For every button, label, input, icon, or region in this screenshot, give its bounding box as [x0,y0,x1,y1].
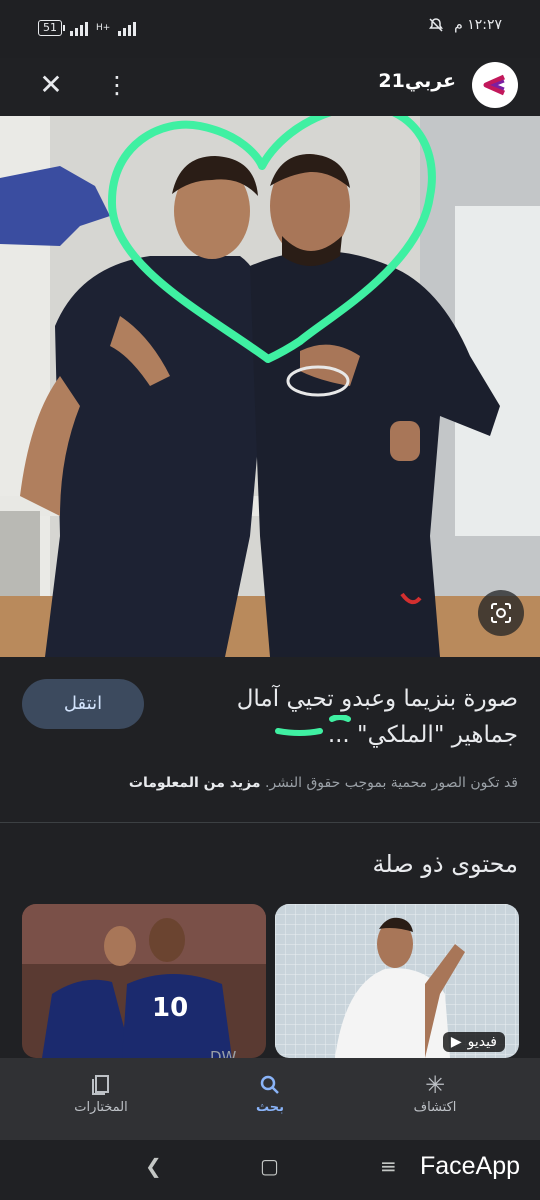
photo-illustration [0,116,540,657]
card-dw-thumbnail: 10 [22,904,266,1058]
more-info-link[interactable]: مزيد من المعلومات [129,775,261,791]
back-icon[interactable]: ❮ [145,1154,162,1178]
lens-button[interactable] [478,590,524,636]
related-card-dw[interactable]: 10 [22,904,266,1058]
svg-text:10: 10 [152,993,188,1023]
clock: ١٢:٢٧ م [454,17,502,33]
signal-icon-2 [118,20,137,36]
nav-collections[interactable]: المختارات [41,1070,161,1115]
collections-icon [41,1070,161,1100]
faceapp-watermark: FaceApp [419,1152,520,1180]
related-card-video[interactable]: فيديو ▶ [275,904,519,1058]
main-image[interactable] [0,116,540,657]
lens-icon [491,603,511,623]
video-badge: فيديو ▶ [442,1032,505,1052]
more-vert-icon: ⋮ [105,71,129,99]
asterisk-icon: ✳ [424,1071,446,1099]
home-icon[interactable]: ▢ [260,1154,279,1178]
bottom-navigation: ✳ اكتشاف بحث المختارات [0,1058,540,1140]
section-divider [0,822,540,823]
highlight-underline [275,715,351,736]
battery-icon: 51 [38,20,65,36]
video-badge-label: فيديو [467,1034,497,1050]
nav-collections-label: المختارات [74,1100,128,1115]
visit-button[interactable]: انتقل [22,679,144,729]
alarm-off-icon [429,18,444,32]
nav-search-label: بحث [255,1100,284,1115]
result-info: انتقل صورة بنزيما وعبدو تحيي آمال جماهير… [0,657,540,823]
viewer-top-bar: ✕ ⋮ عربي21 [0,58,540,116]
status-time-group: ١٢:٢٧ م [428,17,502,33]
source-logo-icon [483,74,506,96]
close-icon: ✕ [39,68,63,101]
network-type: H+ [96,23,111,33]
related-content-title: محتوى ذو صلة [372,850,519,878]
signal-icon [70,20,88,36]
nav-discover-label: اكتشاف [413,1100,457,1115]
source-logo[interactable] [472,62,518,108]
status-bar: 51 H+ ١٢:٢٧ م [0,0,540,58]
source-name[interactable]: عربي21 [378,70,456,92]
copyright-notice: قد تكون الصور محمية بموجب حقوق النشر. مز… [129,775,518,791]
nav-discover[interactable]: ✳ اكتشاف [375,1070,495,1115]
system-navigation: ❮ ▢ ≡ FaceApp [0,1140,540,1200]
search-icon [210,1070,330,1100]
notice-text: قد تكون الصور محمية بموجب حقوق النشر. [264,775,518,791]
play-icon: ▶ [450,1034,462,1050]
more-options-button[interactable]: ⋮ [104,70,130,100]
recents-icon[interactable]: ≡ [380,1154,397,1178]
close-button[interactable]: ✕ [36,70,66,100]
nav-search[interactable]: بحث [210,1070,330,1115]
status-icons: 51 H+ [38,20,137,36]
